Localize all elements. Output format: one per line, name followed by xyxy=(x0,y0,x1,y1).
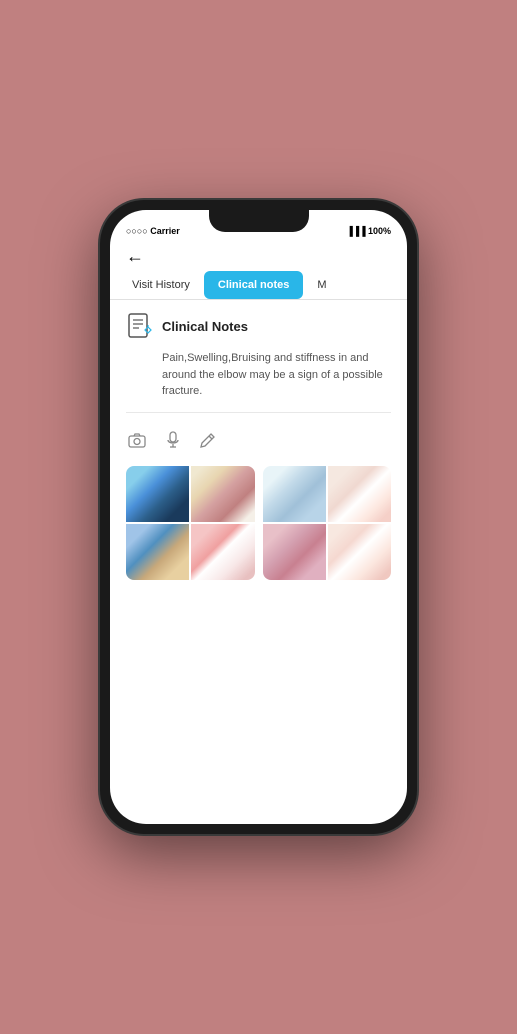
photo-smile-braces[interactable] xyxy=(191,524,254,580)
clinical-notes-icon xyxy=(126,312,154,340)
tab-more[interactable]: M xyxy=(303,271,340,299)
content-area: Clinical Notes Pain,Swelling,Bruising an… xyxy=(110,300,407,824)
action-icons xyxy=(126,423,391,466)
camera-button[interactable] xyxy=(126,430,148,455)
photo-group-right xyxy=(263,466,392,580)
back-button[interactable]: ← xyxy=(126,246,144,267)
carrier-label: ○○○○ Carrier xyxy=(126,226,180,236)
photo-braces-model[interactable] xyxy=(191,466,254,522)
photo-grid xyxy=(126,466,391,580)
photo-smile-bright[interactable] xyxy=(328,524,391,580)
tabs-bar: Visit History Clinical notes M xyxy=(110,271,407,300)
photo-lip-exam[interactable] xyxy=(263,524,326,580)
camera-icon xyxy=(128,432,146,448)
note-text: Pain,Swelling,Bruising and stiffness in … xyxy=(162,350,391,400)
tab-clinical-notes[interactable]: Clinical notes xyxy=(204,271,304,299)
mic-icon xyxy=(166,431,180,449)
phone-frame: ○○○○ Carrier ▐▐▐ 100% ← Visit History Cl… xyxy=(100,200,417,834)
edit-button[interactable] xyxy=(198,430,218,455)
phone-screen: ○○○○ Carrier ▐▐▐ 100% ← Visit History Cl… xyxy=(110,210,407,824)
divider xyxy=(126,412,391,413)
photo-exam-tool[interactable] xyxy=(263,466,326,522)
notch xyxy=(209,210,309,232)
section-title: Clinical Notes xyxy=(162,319,248,334)
photo-dentist-work[interactable] xyxy=(126,524,189,580)
edit-icon xyxy=(200,432,216,448)
photo-dental-chair[interactable] xyxy=(126,466,189,522)
photo-smile-white[interactable] xyxy=(328,466,391,522)
back-bar: ← xyxy=(110,240,407,271)
tab-visit-history[interactable]: Visit History xyxy=(118,271,204,299)
battery-label: ▐▐▐ 100% xyxy=(346,226,391,236)
mic-button[interactable] xyxy=(164,429,182,456)
section-header: Clinical Notes xyxy=(126,312,391,340)
photo-group-left xyxy=(126,466,255,580)
